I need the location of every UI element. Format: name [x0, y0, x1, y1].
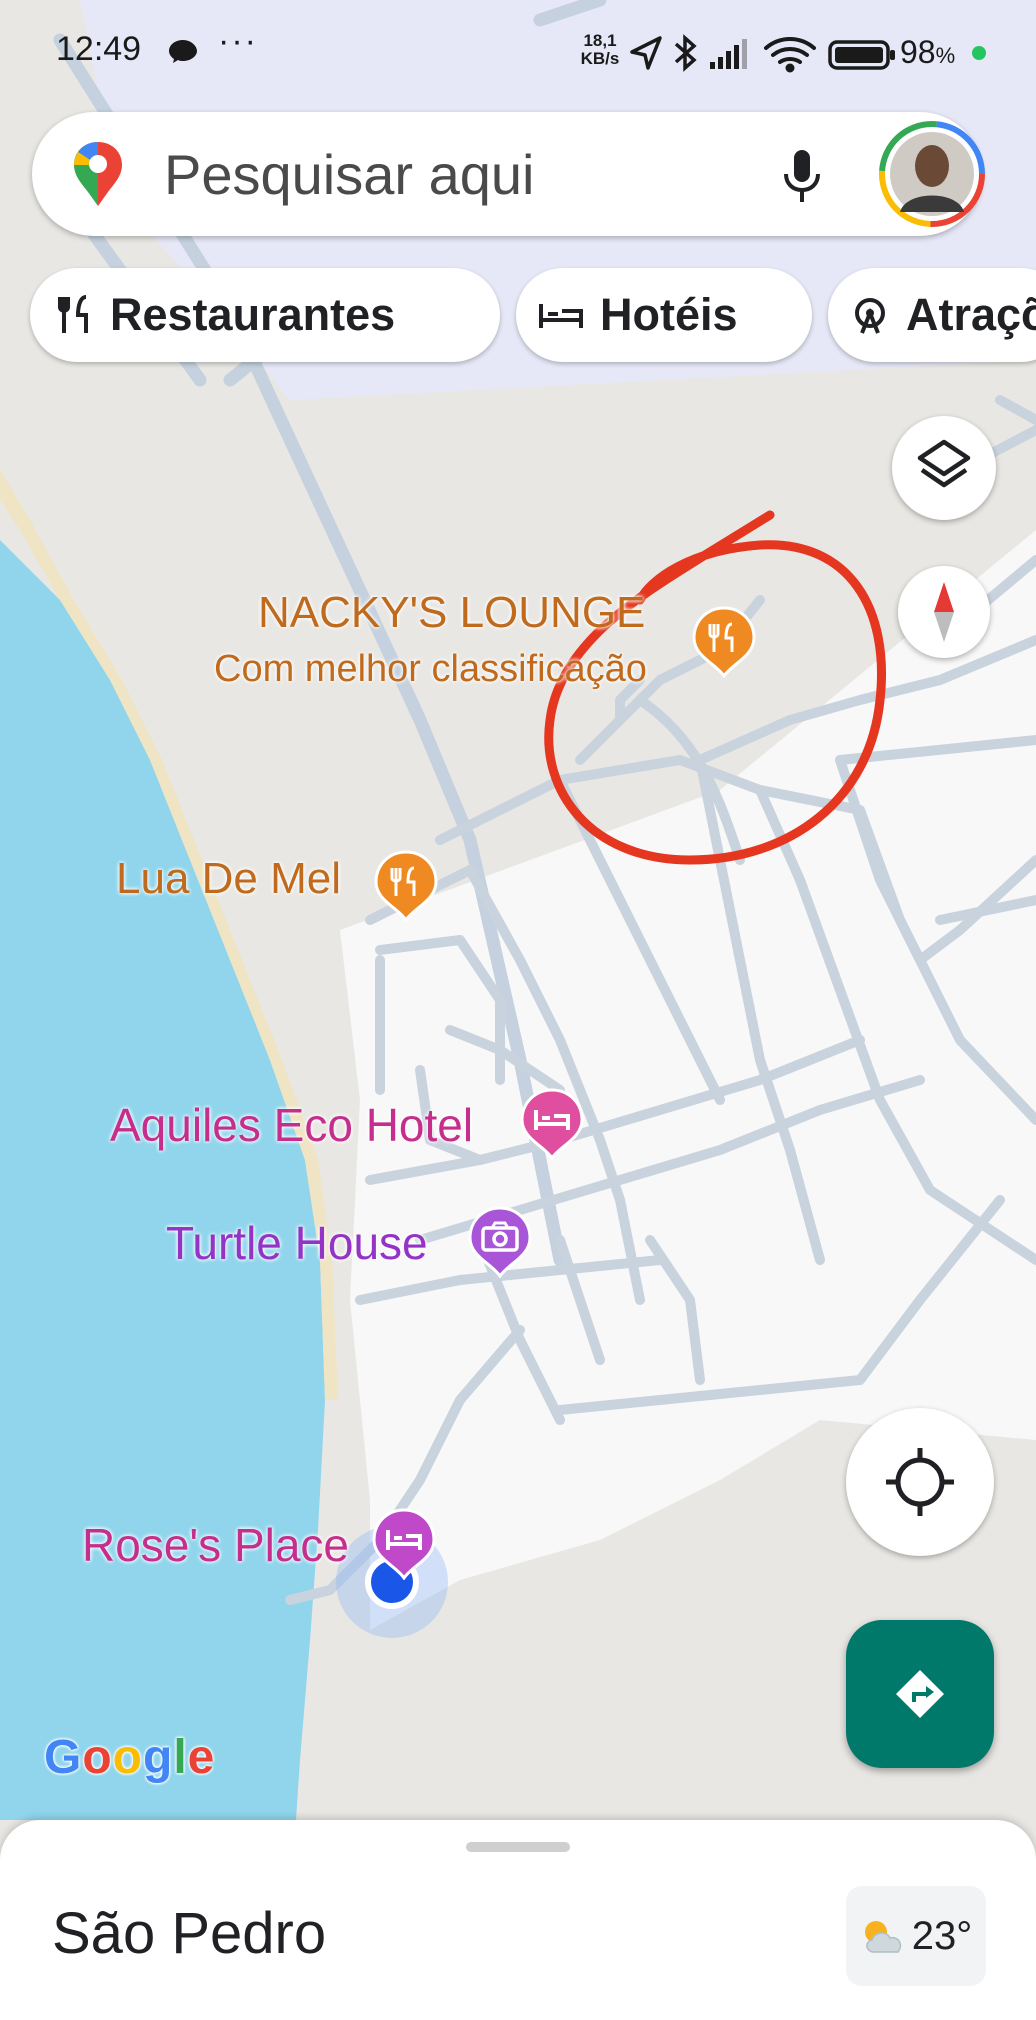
battery-icon — [828, 40, 895, 70]
status-time: 12:49 — [56, 30, 142, 68]
location-arrow-icon — [630, 36, 662, 70]
location-title: São Pedro — [52, 1901, 327, 1966]
maps-pin-icon — [74, 142, 122, 206]
battery-percent: 98% — [900, 34, 956, 70]
place-label-aquiles[interactable]: Aquiles Eco Hotel — [110, 1098, 473, 1152]
compass-button[interactable] — [898, 566, 990, 658]
my-location-button[interactable] — [846, 1408, 994, 1556]
pin-aquiles[interactable] — [520, 1088, 584, 1161]
layers-icon — [917, 439, 971, 488]
bottom-sheet[interactable]: São Pedro 23° — [0, 1820, 1036, 2020]
place-subtitle-nacky: Com melhor classificação — [214, 648, 647, 690]
search-bar[interactable]: Pesquisar aqui — [32, 112, 985, 236]
more-dots-icon: ··· — [218, 22, 258, 60]
weather-temperature: 23° — [911, 1913, 973, 1958]
charging-dot — [972, 46, 986, 60]
bluetooth-icon — [674, 34, 697, 72]
chat-bubble-icon — [169, 40, 197, 63]
layers-button[interactable] — [892, 416, 996, 520]
network-speed: 18,1 KB/s — [580, 31, 620, 68]
wifi-icon — [764, 37, 816, 73]
place-label-nacky[interactable]: NACKY'S LOUNGE — [258, 588, 645, 638]
chip-restaurants[interactable]: Restaurantes — [30, 268, 500, 362]
signal-icon — [710, 39, 747, 69]
pin-lua-de-mel[interactable] — [374, 850, 438, 923]
profile-avatar[interactable] — [878, 120, 986, 228]
partly-cloudy-icon — [864, 1921, 901, 1953]
place-label-lua-de-mel[interactable]: Lua De Mel — [116, 854, 341, 904]
search-input[interactable]: Pesquisar aqui — [164, 142, 534, 207]
google-logo: Google — [44, 1731, 216, 1784]
compass-icon — [934, 582, 954, 642]
place-label-turtle-house[interactable]: Turtle House — [166, 1216, 428, 1270]
place-label-roses-place[interactable]: Rose's Place — [82, 1518, 349, 1572]
microphone-icon[interactable] — [782, 148, 822, 204]
chip-hotels[interactable]: Hotéis — [516, 268, 812, 362]
directions-icon — [896, 1670, 944, 1718]
fork-knife-icon — [58, 295, 88, 333]
pin-nacky[interactable] — [692, 606, 756, 679]
pin-roses-place[interactable] — [372, 1508, 436, 1581]
status-bar: 12:49 ··· 18,1 KB/s 98% — [0, 0, 1036, 100]
my-location-icon — [886, 1448, 954, 1516]
pin-turtle-house[interactable] — [468, 1206, 532, 1279]
ferris-wheel-icon — [855, 298, 885, 334]
sheet-drag-handle[interactable] — [466, 1842, 570, 1852]
bed-icon — [539, 304, 583, 328]
chip-attractions[interactable]: Atrações — [828, 268, 1036, 362]
directions-button[interactable] — [846, 1620, 994, 1768]
weather-chip[interactable]: 23° — [846, 1886, 986, 1986]
